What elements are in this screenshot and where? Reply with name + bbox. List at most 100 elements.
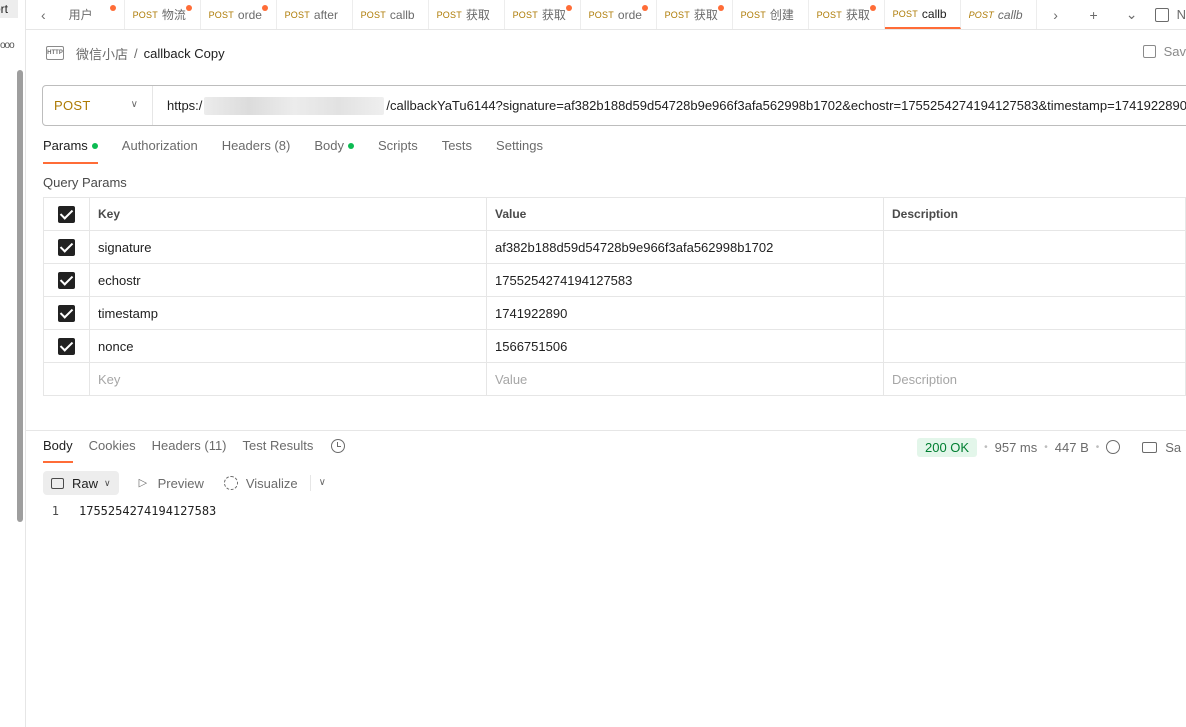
response-tabs: Body Cookies Headers (11) Test Results: [43, 438, 346, 463]
tab-params[interactable]: Params: [43, 138, 98, 164]
request-tab[interactable]: POST callb: [884, 0, 961, 29]
response-tab[interactable]: Body: [43, 438, 73, 463]
description-column-header: Description: [883, 197, 1186, 231]
tab-name: 获取: [693, 8, 718, 22]
request-tab[interactable]: POST 获取: [505, 0, 581, 29]
visualize-icon: [223, 476, 238, 490]
tab-name: orde: [617, 7, 642, 22]
chevron-right-icon[interactable]: ›: [1037, 0, 1075, 29]
tab-label: Authorization: [121, 138, 198, 153]
param-value[interactable]: 1741922890: [486, 296, 884, 330]
query-params-table: Key Value Description signature af382b188…: [43, 197, 1186, 396]
tab-headers[interactable]: Headers (8): [222, 138, 291, 164]
request-tab[interactable]: POST 物流: [125, 0, 201, 29]
tab-label: Headers (8): [221, 138, 291, 153]
request-tab[interactable]: POST orde: [581, 0, 657, 29]
select-all-checkbox[interactable]: [58, 205, 75, 223]
method-select[interactable]: POST ∨: [43, 86, 153, 125]
url-input[interactable]: https:/ /callbackYaTu6144?signature=af38…: [153, 96, 1186, 115]
param-value[interactable]: af382b188d59d54728b9e966f3afa562998b1702: [486, 230, 884, 264]
param-value[interactable]: 1566751506: [486, 329, 884, 363]
tab-method: POST: [816, 9, 842, 20]
raw-format-button[interactable]: Raw ∨: [43, 471, 119, 495]
sidebar-scrollbar[interactable]: [17, 70, 23, 522]
text-lines-icon: [51, 477, 64, 489]
tab-name: 创建: [769, 8, 794, 22]
request-tab[interactable]: POST 获取: [809, 0, 885, 29]
request-tab[interactable]: POST 获取: [657, 0, 733, 29]
environment-selector[interactable]: N: [1154, 7, 1186, 22]
row-checkbox-cell: [43, 329, 90, 363]
visualize-label: Visualize: [245, 475, 298, 491]
tab-method: POST: [892, 8, 918, 19]
tab-name: 用户: [68, 8, 93, 22]
row-checkbox-cell: [43, 296, 90, 330]
request-name[interactable]: callback Copy: [144, 46, 225, 61]
response-tab[interactable]: Test Results: [243, 438, 314, 463]
response-tab[interactable]: Headers (11): [152, 438, 227, 463]
response-time[interactable]: 957 ms: [995, 440, 1038, 455]
tab-method: POST: [512, 9, 538, 20]
more-dots-icon[interactable]: ooo: [0, 40, 15, 51]
preview-button[interactable]: ▷ Preview: [139, 476, 204, 491]
param-description[interactable]: [883, 263, 1186, 297]
breadcrumb-parent-collection[interactable]: 微信小店: [76, 44, 128, 63]
tab-label: Settings: [496, 138, 544, 153]
param-enabled-checkbox[interactable]: [58, 337, 75, 355]
param-description[interactable]: [883, 329, 1186, 363]
tab-scripts[interactable]: Scripts: [378, 138, 418, 164]
table-row: echostr 1755254274194127583: [43, 263, 1186, 297]
request-tab[interactable]: POST orde: [201, 0, 277, 29]
chevron-left-icon[interactable]: ‹: [26, 0, 61, 29]
sidebar-label-fragment[interactable]: ort: [0, 0, 18, 18]
request-tab[interactable]: 用户: [61, 0, 125, 29]
tab-method: POST: [208, 9, 234, 20]
save-button[interactable]: Sav: [1142, 44, 1186, 59]
param-key[interactable]: signature: [89, 230, 487, 264]
param-key[interactable]: nonce: [89, 329, 487, 363]
table-header-row: Key Value Description: [43, 197, 1186, 231]
param-enabled-checkbox[interactable]: [58, 238, 75, 256]
request-tab[interactable]: POST 获取: [429, 0, 505, 29]
request-tab[interactable]: POST callb: [353, 0, 429, 29]
request-response-divider[interactable]: [26, 430, 1186, 431]
request-tab[interactable]: POST 创建: [733, 0, 809, 29]
new-key-input[interactable]: Key: [89, 362, 487, 396]
param-key[interactable]: timestamp: [89, 296, 487, 330]
tab-authorization[interactable]: Authorization: [122, 138, 198, 164]
tab-name: callb: [997, 7, 1023, 22]
new-value-input[interactable]: Value: [486, 362, 884, 396]
new-tab-plus-icon[interactable]: +: [1075, 0, 1113, 29]
unsaved-dot-icon: [261, 5, 268, 11]
request-tab-bar: ‹ 用户 POST 物流 POST orde POST after POST callb POST…: [26, 0, 1186, 30]
param-description[interactable]: [883, 230, 1186, 264]
request-tab[interactable]: POST after: [277, 0, 353, 29]
response-body-line[interactable]: 1755254274194127583: [79, 504, 216, 518]
http-request-icon: HTTP: [46, 46, 64, 60]
response-tab[interactable]: Cookies: [89, 438, 136, 463]
response-body-editor[interactable]: 1 1755254274194127583: [43, 504, 217, 518]
network-globe-icon[interactable]: [1106, 440, 1121, 454]
visualize-chevron-down-icon[interactable]: ∨: [309, 475, 326, 491]
param-enabled-checkbox[interactable]: [58, 304, 75, 322]
param-value[interactable]: 1755254274194127583: [486, 263, 884, 297]
tab-body[interactable]: Body: [314, 138, 354, 164]
param-enabled-checkbox[interactable]: [58, 271, 75, 289]
tab-list-chevron-down-icon[interactable]: ⌄: [1113, 0, 1151, 29]
table-row: timestamp 1741922890: [43, 296, 1186, 330]
tab-tests[interactable]: Tests: [442, 138, 472, 164]
table-row-new: Key Value Description: [43, 362, 1186, 396]
unsaved-dot-icon: [717, 5, 724, 11]
save-response-button[interactable]: Sa: [1142, 440, 1181, 455]
history-icon[interactable]: [331, 439, 346, 453]
param-description[interactable]: [883, 296, 1186, 330]
request-config-tabs: Params Authorization Headers (8) Body Script…: [43, 138, 567, 164]
status-badge[interactable]: 200 OK: [917, 437, 978, 457]
request-tab[interactable]: POST callb: [961, 0, 1037, 29]
visualize-button[interactable]: Visualize: [223, 475, 298, 491]
response-size[interactable]: 447 B: [1055, 440, 1089, 455]
tab-settings[interactable]: Settings: [496, 138, 543, 164]
new-description-input[interactable]: Description: [883, 362, 1186, 396]
param-key[interactable]: echostr: [89, 263, 487, 297]
meta-separator: •: [984, 441, 988, 453]
